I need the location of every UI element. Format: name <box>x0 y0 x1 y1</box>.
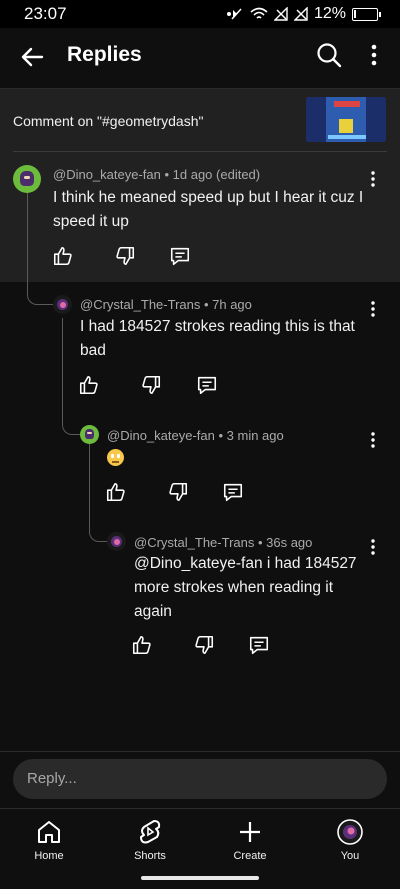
reply-icon[interactable] <box>222 481 244 503</box>
divider <box>0 751 400 752</box>
avatar[interactable] <box>107 532 126 551</box>
status-time: 23:07 <box>24 4 67 23</box>
nav-you[interactable]: You <box>310 815 390 865</box>
eye-roll-emoji <box>107 449 124 466</box>
reply-meta: • 7h ago <box>200 297 252 312</box>
nav-label: Create <box>233 850 267 862</box>
dislike-icon[interactable] <box>114 245 136 267</box>
shorts-icon <box>140 820 161 844</box>
nav-home[interactable]: Home <box>9 815 89 865</box>
reply-input[interactable]: Reply... <box>13 759 387 799</box>
nav-label: Home <box>34 850 64 862</box>
reply-author[interactable]: @Crystal_The-Trans <box>134 535 254 550</box>
reply-author-line: @Dino_kateye-fan • 3 min ago <box>107 428 284 443</box>
status-icons: 12% <box>226 5 381 23</box>
page-title: Replies <box>67 43 142 66</box>
comment-text: I think he meaned speed up but I hear it… <box>53 189 364 230</box>
like-icon[interactable] <box>78 374 100 396</box>
nav-label: Shorts <box>134 850 166 862</box>
signal-icon <box>273 7 288 21</box>
like-icon[interactable] <box>105 481 127 503</box>
divider <box>13 151 387 152</box>
plus-icon <box>240 822 260 842</box>
nav-shorts[interactable]: Shorts <box>110 815 190 865</box>
thread-line <box>27 193 53 305</box>
dislike-icon[interactable] <box>193 634 215 656</box>
video-thumbnail[interactable] <box>306 97 386 142</box>
home-icon <box>38 821 60 843</box>
comment-more-icon[interactable] <box>369 431 377 449</box>
reply-icon[interactable] <box>169 245 191 267</box>
search-icon[interactable] <box>314 40 344 70</box>
dislike-icon[interactable] <box>167 481 189 503</box>
comment-on-text: Comment on "#geometrydash" <box>13 113 204 129</box>
like-icon[interactable] <box>131 634 153 656</box>
comment-meta: • 1d ago (edited) <box>160 167 261 182</box>
reply-icon[interactable] <box>196 374 218 396</box>
bottom-nav: Home Shorts Create You <box>0 809 400 873</box>
status-bar: 23:07 12% <box>0 0 400 28</box>
comment-more-icon[interactable] <box>369 538 377 556</box>
reply-author-line: @Crystal_The-Trans • 36s ago <box>134 535 312 550</box>
comment-on-header[interactable]: Comment on "#geometrydash" <box>0 89 400 151</box>
reply-author[interactable]: @Crystal_The-Trans <box>80 297 200 312</box>
avatar[interactable] <box>13 165 41 193</box>
reply-placeholder: Reply... <box>27 770 77 787</box>
comment-author[interactable]: @Dino_kateye-fan <box>53 167 161 182</box>
app-bar: Replies <box>0 28 400 88</box>
reply-author-line: @Crystal_The-Trans • 7h ago <box>80 297 252 312</box>
dnd-mute-icon <box>226 8 242 20</box>
nav-create[interactable]: Create <box>210 815 290 865</box>
wifi-icon <box>250 7 268 19</box>
reply-meta: • 36s ago <box>254 535 313 550</box>
reply-author[interactable]: @Dino_kateye-fan <box>107 428 215 443</box>
like-icon[interactable] <box>52 245 74 267</box>
battery-icon <box>352 7 381 21</box>
avatar[interactable] <box>53 295 72 314</box>
reply-icon[interactable] <box>248 634 270 656</box>
reply-text: I had 184527 strokes reading this is tha… <box>80 318 355 359</box>
more-options-icon[interactable] <box>362 40 386 70</box>
back-arrow-icon[interactable] <box>16 41 48 73</box>
signal-icon-2 <box>293 7 308 21</box>
reply-meta: • 3 min ago <box>214 428 284 443</box>
comment-more-icon[interactable] <box>369 170 377 188</box>
battery-percent: 12% <box>313 5 346 22</box>
profile-avatar-icon <box>337 819 363 845</box>
reply-text: @Dino_kateye-fan i had 184527 more strok… <box>134 555 357 620</box>
comment-more-icon[interactable] <box>369 300 377 318</box>
dislike-icon[interactable] <box>140 374 162 396</box>
nav-label: You <box>340 850 360 862</box>
comment-author-line: @Dino_kateye-fan • 1d ago (edited) <box>53 167 260 182</box>
gesture-handle[interactable] <box>141 876 259 880</box>
avatar[interactable] <box>80 425 99 444</box>
